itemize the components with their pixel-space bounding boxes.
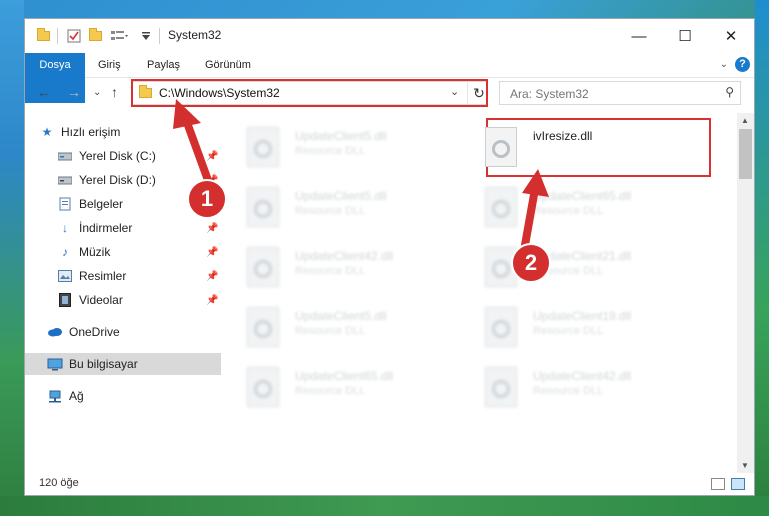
annotation-badge-1: 1 <box>187 179 227 219</box>
explorer-window: System32 — ☐ ✕ Dosya Giriş Paylaş Görünü… <box>24 18 755 496</box>
arrow-2-icon <box>521 169 549 249</box>
annotation-arrows <box>173 99 549 249</box>
desktop-wallpaper-right <box>755 0 769 516</box>
desktop-wallpaper-left <box>0 0 24 516</box>
arrow-1-icon <box>173 99 213 187</box>
annotation-badge-2: 2 <box>511 243 551 283</box>
desktop-wallpaper-bottom <box>0 496 769 516</box>
